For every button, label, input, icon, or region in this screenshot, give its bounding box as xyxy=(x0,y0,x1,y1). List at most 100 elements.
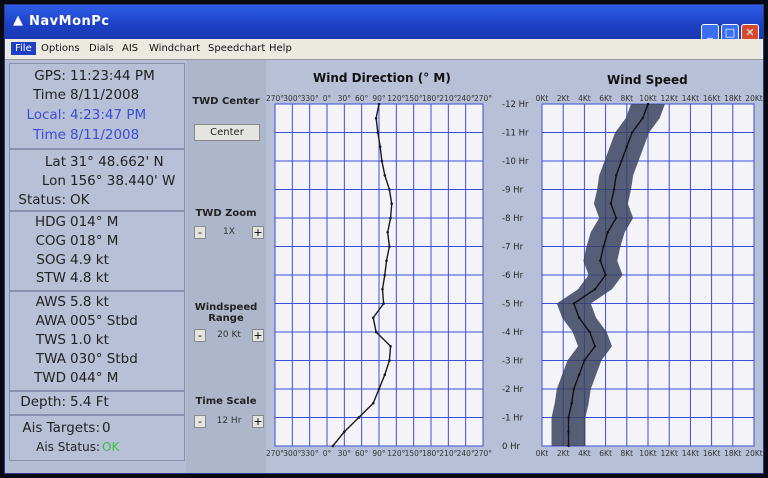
x-tick-label-bottom: 330° xyxy=(301,449,319,458)
wind-speed-point xyxy=(625,145,628,148)
wind-direction-point xyxy=(378,145,382,149)
x-tick-label-bottom: 0° xyxy=(323,449,332,458)
time-group: GPS: 11:23:44 PM Time 8/11/2008 Local: 4:23… xyxy=(9,63,185,149)
ais-status-badge: OK xyxy=(102,440,120,454)
ais-targets-row: Ais Targets: 0 xyxy=(22,420,111,436)
x-tick-label-bottom: 8Kt xyxy=(620,449,633,458)
wind-direction-point xyxy=(388,245,391,248)
menu-dials[interactable]: Dials xyxy=(89,43,114,54)
x-tick-label-top: 4Kt xyxy=(578,94,591,103)
stw-row: STW 4.8 kt xyxy=(35,270,109,286)
x-tick-label-bottom: 120° xyxy=(387,449,405,458)
wind-direction-point xyxy=(374,330,378,334)
twd-zoom-plus-button[interactable]: + xyxy=(252,226,264,239)
title-bar[interactable]: ▲ NavMonPc _ □ ✕ xyxy=(5,5,763,41)
wind-speed-trace xyxy=(567,103,649,446)
wind-direction-point xyxy=(388,188,391,191)
wind-speed-point xyxy=(609,202,613,205)
x-tick-label-top: 60° xyxy=(355,94,369,103)
twd-row: TWD 044° M xyxy=(34,370,119,386)
x-tick-label-top: 2Kt xyxy=(557,94,570,103)
wind-speed-point xyxy=(615,174,618,177)
x-tick-label-bottom: 270° xyxy=(266,449,284,458)
x-tick-label-bottom: 180° xyxy=(422,449,440,458)
time-tick-label: -8 Hr xyxy=(502,214,524,224)
app-window: ▲ NavMonPc _ □ ✕ File Options Dials AIS … xyxy=(4,4,764,474)
wind-speed-point xyxy=(588,330,591,334)
window-title: NavMonPc xyxy=(29,14,110,29)
time-tick-label: -9 Hr xyxy=(502,186,524,196)
wind-direction-point xyxy=(380,159,384,163)
time-tick-label: -10 Hr xyxy=(502,157,529,167)
wind-speed-point xyxy=(572,302,575,305)
x-tick-label-top: 6Kt xyxy=(599,94,612,103)
time-scale-minus-button[interactable]: - xyxy=(194,415,206,428)
x-tick-label-top: 270° xyxy=(266,94,284,103)
wind-speed-point xyxy=(604,273,607,277)
time-scale-value: 12 Hr xyxy=(216,416,242,426)
x-tick-label-bottom: 10Kt xyxy=(639,449,656,458)
menu-file[interactable]: File xyxy=(11,42,36,55)
time-tick-label: -2 Hr xyxy=(502,385,524,395)
center-button[interactable]: Center xyxy=(194,124,260,141)
x-tick-label-bottom: 90° xyxy=(372,449,386,458)
wind-direction-point xyxy=(389,216,392,220)
time-tick-label: 0 Hr xyxy=(502,442,521,452)
wind-speed-point xyxy=(606,231,609,234)
wind-speed-point xyxy=(567,416,570,419)
x-tick-label-top: 270° xyxy=(474,94,492,103)
depth-group: Depth: 5.4 Ft xyxy=(9,391,185,415)
twa-row: TWA 030° Stbd xyxy=(35,351,138,367)
menu-windchart[interactable]: Windchart xyxy=(149,43,200,54)
x-tick-label-top: 150° xyxy=(405,94,423,103)
windspeed-minus-button[interactable]: - xyxy=(194,329,206,342)
menu-speedchart[interactable]: Speedchart xyxy=(208,43,265,54)
sog-row: SOG 4.9 kt xyxy=(36,252,109,268)
hdg-row: HDG 014° M xyxy=(34,214,119,230)
menu-options[interactable]: Options xyxy=(41,43,80,54)
windspeed-range-value: 20 Kt xyxy=(217,330,241,340)
x-tick-label-top: 330° xyxy=(301,94,319,103)
twd-zoom-minus-button[interactable]: - xyxy=(194,226,206,239)
menu-ais[interactable]: AIS xyxy=(122,43,138,54)
x-tick-label-bottom: 240° xyxy=(457,449,475,458)
wind-speed-point xyxy=(583,359,586,362)
x-tick-label-bottom: 12Kt xyxy=(660,449,677,458)
twd-center-title: TWD Center xyxy=(192,96,260,107)
x-tick-label-bottom: 210° xyxy=(439,449,457,458)
wind-direction-point xyxy=(383,373,387,377)
x-tick-label-bottom: 6Kt xyxy=(599,449,612,458)
menu-help[interactable]: Help xyxy=(269,43,292,54)
wind-speed-point xyxy=(599,259,602,262)
x-tick-label-bottom: 2Kt xyxy=(557,449,570,458)
wind-speed-point xyxy=(641,117,644,120)
wind-direction-point xyxy=(371,401,375,405)
x-tick-label-top: 180° xyxy=(422,94,440,103)
wind-direction-point xyxy=(386,230,389,234)
wind-direction-point xyxy=(377,387,381,391)
status-row: Status: OK xyxy=(18,192,90,208)
wind-speed-point xyxy=(612,188,616,191)
lat-row: Lat 31° 48.662' N xyxy=(44,154,164,170)
x-tick-label-top: 0Kt xyxy=(536,94,549,103)
wind-direction-trace xyxy=(332,103,393,447)
time-scale-stepper: - 12 Hr + xyxy=(194,415,264,429)
x-tick-label-top: 20Kt xyxy=(745,94,762,103)
x-tick-label-bottom: 14Kt xyxy=(682,449,699,458)
chart-controls: TWD Center Center TWD Zoom - 1X + Windsp… xyxy=(186,60,266,473)
wind-direction-point xyxy=(389,344,392,348)
x-tick-label-bottom: 0Kt xyxy=(536,449,549,458)
plot-area xyxy=(541,103,755,447)
wind-speed-point xyxy=(567,444,570,448)
wind-direction-point xyxy=(383,273,387,277)
wind-speed-point xyxy=(577,373,581,376)
x-tick-label-bottom: 270° xyxy=(474,449,492,458)
windspeed-plus-button[interactable]: + xyxy=(252,329,264,342)
time-scale-plus-button[interactable]: + xyxy=(252,415,264,428)
wind-direction-point xyxy=(376,131,380,134)
wind-direction-point xyxy=(374,116,378,120)
awa-row: AWA 005° Stbd xyxy=(35,313,138,329)
wind-speed-point xyxy=(646,102,650,106)
wind-speed-point xyxy=(567,430,570,433)
wind-direction-point xyxy=(371,316,375,320)
